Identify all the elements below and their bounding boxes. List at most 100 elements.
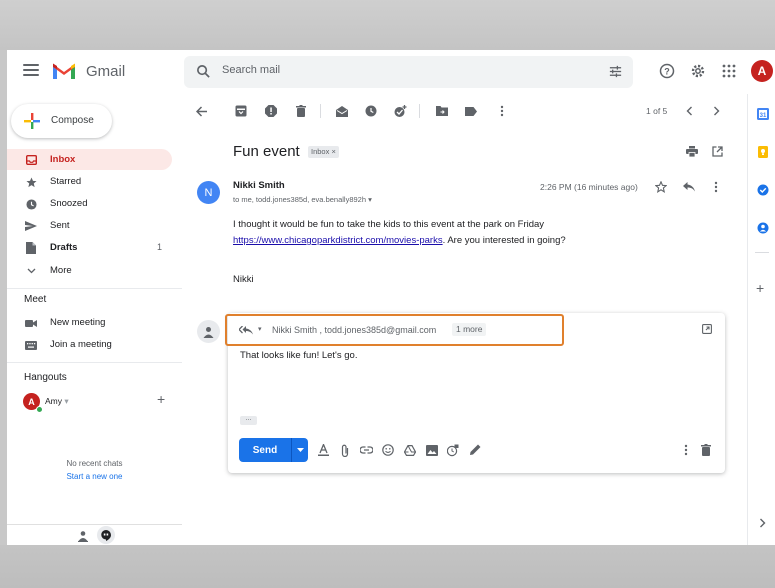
- join-meeting-label: Join a meeting: [50, 339, 112, 350]
- chevron-right-icon[interactable]: [709, 104, 723, 118]
- account-avatar[interactable]: A: [751, 60, 773, 82]
- sender-avatar[interactable]: N: [197, 181, 220, 204]
- contacts-icon[interactable]: [757, 222, 769, 234]
- join-meeting-link[interactable]: Join a meeting: [7, 334, 172, 354]
- main-menu-icon[interactable]: [23, 64, 39, 78]
- sidebar-item-sent[interactable]: Sent: [7, 215, 172, 236]
- search-options-icon[interactable]: [608, 64, 623, 79]
- more-vertical-icon[interactable]: [495, 104, 509, 118]
- keyboard-icon: [25, 339, 37, 351]
- archive-icon[interactable]: [234, 104, 248, 118]
- body-text-after-link: . Are you interested in going?: [442, 235, 566, 246]
- keep-notes-icon[interactable]: [757, 146, 769, 158]
- reply-user-avatar: [197, 320, 220, 343]
- sidebar-item-label: Drafts: [50, 242, 78, 253]
- send-button[interactable]: Send: [239, 438, 291, 462]
- reply-arrow-icon[interactable]: [682, 180, 696, 194]
- hangouts-user-name[interactable]: Amy ▾: [45, 396, 69, 407]
- insert-signature-pen-icon[interactable]: [468, 443, 482, 457]
- snooze-clock-icon[interactable]: [364, 104, 378, 118]
- sidebar-item-label: Sent: [50, 220, 70, 231]
- settings-gear-icon[interactable]: [689, 62, 707, 80]
- search-icon[interactable]: [196, 64, 211, 79]
- sidebar-item-snoozed[interactable]: Snoozed: [7, 193, 172, 214]
- send-icon: [25, 220, 37, 232]
- sidebar-item-label: Inbox: [50, 154, 76, 165]
- calendar-icon[interactable]: 31: [757, 108, 769, 120]
- insert-drive-icon[interactable]: [403, 443, 417, 457]
- attach-file-icon[interactable]: [338, 443, 352, 457]
- toolbar-divider: [320, 104, 321, 118]
- gmail-window: Gmail ? A Compose: [7, 50, 775, 545]
- svg-text:?: ?: [664, 67, 670, 77]
- more-options-vertical-icon[interactable]: [679, 443, 693, 457]
- caret-down-icon: ▾: [64, 396, 69, 406]
- help-icon[interactable]: ?: [658, 62, 676, 80]
- report-spam-icon[interactable]: [264, 104, 278, 118]
- sidebar-item-drafts[interactable]: Drafts 1: [7, 237, 172, 258]
- insert-photo-icon[interactable]: [425, 443, 439, 457]
- chevron-down-icon: [25, 265, 37, 277]
- insert-emoji-icon[interactable]: [381, 443, 395, 457]
- confidential-mode-icon[interactable]: [446, 443, 460, 457]
- message-more-vertical-icon[interactable]: [709, 180, 723, 194]
- video-camera-icon: [25, 317, 37, 329]
- gmail-logo-icon[interactable]: [51, 61, 77, 81]
- no-recent-chats-text: No recent chats: [66, 459, 123, 468]
- discard-draft-trash-icon[interactable]: [699, 443, 713, 457]
- divider: [7, 288, 182, 289]
- print-icon[interactable]: [685, 144, 699, 158]
- insert-link-icon[interactable]: [359, 443, 373, 457]
- video-letterbox-bottom: [0, 545, 775, 588]
- get-addons-plus-icon[interactable]: +: [756, 280, 764, 296]
- contacts-person-icon[interactable]: [77, 529, 89, 545]
- star-outline-icon[interactable]: [654, 180, 668, 194]
- compose-label: Compose: [51, 115, 94, 126]
- add-to-tasks-icon[interactable]: [393, 104, 407, 118]
- pop-out-reply-icon[interactable]: [700, 322, 714, 336]
- divider: [7, 362, 182, 363]
- send-options-dropdown[interactable]: [291, 438, 308, 462]
- recipients-line[interactable]: to me, todd.jones385d, eva.benally892h ▾: [233, 195, 372, 204]
- rail-divider: [755, 252, 769, 253]
- open-new-window-icon[interactable]: [710, 144, 724, 158]
- search-input[interactable]: [222, 64, 522, 76]
- chevron-left-icon[interactable]: [682, 104, 696, 118]
- compose-plus-icon: [24, 113, 40, 129]
- compose-button[interactable]: Compose: [11, 104, 112, 138]
- label-tag-icon[interactable]: [464, 104, 478, 118]
- formatting-options-icon[interactable]: [316, 443, 330, 457]
- show-trimmed-content-button[interactable]: ...: [240, 415, 257, 425]
- search-bar[interactable]: [184, 56, 633, 88]
- hangouts-section-title: Hangouts: [24, 372, 67, 383]
- mark-unread-icon[interactable]: [335, 104, 349, 118]
- sidebar-item-inbox[interactable]: Inbox: [7, 149, 172, 170]
- sidebar-item-count: 1: [156, 242, 162, 252]
- show-side-panel-chevron-icon[interactable]: [759, 518, 766, 528]
- caret-down-icon: [296, 448, 304, 452]
- side-panel-rail: 31 +: [747, 94, 775, 545]
- sidebar-bottom-bar: [7, 524, 182, 545]
- sidebar-item-starred[interactable]: Starred: [7, 171, 172, 192]
- new-meeting-link[interactable]: New meeting: [7, 312, 172, 332]
- back-arrow-icon[interactable]: [195, 104, 209, 118]
- show-details-icon[interactable]: ▾: [368, 195, 372, 204]
- sidebar-item-more[interactable]: More: [7, 260, 172, 281]
- move-to-folder-icon[interactable]: [435, 104, 449, 118]
- hangouts-chat-icon[interactable]: [97, 526, 115, 544]
- delete-trash-icon[interactable]: [294, 104, 308, 118]
- remove-label-icon[interactable]: ×: [331, 147, 335, 156]
- email-subject: Fun event: [233, 143, 300, 160]
- sender-name: Nikki Smith: [233, 180, 285, 191]
- add-chat-plus-icon[interactable]: +: [157, 391, 165, 407]
- inbox-label-chip[interactable]: Inbox ×: [308, 146, 339, 158]
- event-link[interactable]: https://www.chicagoparkdistrict.com/movi…: [233, 235, 443, 246]
- apps-grid-icon[interactable]: [720, 62, 738, 80]
- inbox-icon: [25, 154, 37, 166]
- sidebar-item-label: Snoozed: [50, 198, 88, 209]
- start-new-chat-link[interactable]: Start a new one: [7, 472, 182, 481]
- tasks-icon[interactable]: [757, 184, 769, 196]
- recipients-highlight-box: [225, 314, 564, 346]
- star-icon: [25, 176, 37, 188]
- reply-message-text[interactable]: That looks like fun! Let's go.: [240, 350, 357, 361]
